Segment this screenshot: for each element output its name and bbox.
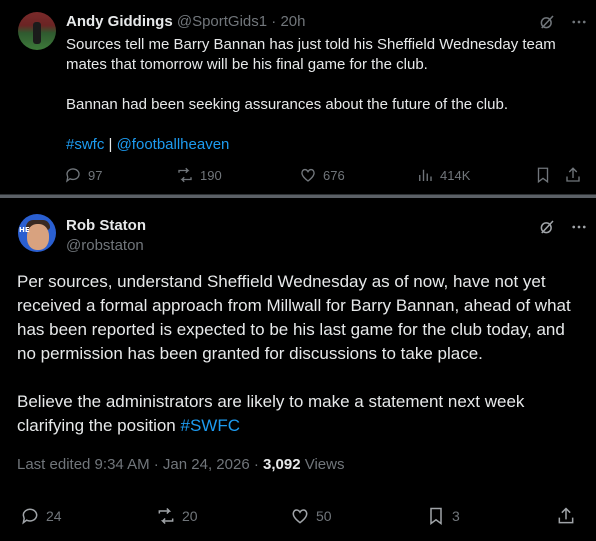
dot-separator: · — [271, 13, 277, 30]
top-actions — [538, 218, 588, 236]
edit-metadata: Last edited 9:34 AM · Jan 24, 2026 · 3,0… — [17, 456, 344, 473]
views-label: Views — [300, 456, 345, 473]
share-icon — [566, 167, 580, 182]
reply-icon — [22, 508, 38, 525]
views-count: 3,092 — [263, 456, 301, 473]
tweet-rob-staton[interactable]: HE Rob Staton @robstaton Per sources, un… — [0, 198, 596, 541]
more-icon[interactable] — [570, 13, 588, 31]
reply-button[interactable]: 24 — [20, 506, 62, 526]
grok-icon[interactable] — [538, 218, 556, 236]
action-bar: 97 190 676 414K — [64, 166, 584, 188]
reply-icon — [65, 168, 80, 183]
avatar[interactable] — [18, 12, 56, 50]
hashtag-link[interactable]: #swfc — [66, 136, 104, 153]
repost-icon — [158, 507, 174, 525]
share-button[interactable] — [564, 166, 582, 184]
author-name[interactable]: Andy Giddings — [66, 13, 173, 30]
bookmark-count: 3 — [452, 508, 460, 524]
body-line: Bannan had been seeking assurances about… — [66, 96, 508, 113]
like-button[interactable]: 676 — [299, 166, 345, 184]
edited-timestamp[interactable]: Last edited 9:34 AM · Jan 24, 2026 · — [17, 456, 263, 473]
share-icon — [558, 507, 574, 524]
author-name[interactable]: Rob Staton — [66, 217, 146, 234]
repost-count: 190 — [200, 167, 222, 183]
views-button[interactable]: 414K — [416, 166, 470, 184]
timestamp[interactable]: 20h — [280, 13, 305, 30]
author-handle[interactable]: @robstaton — [66, 237, 144, 254]
pipe-separator: | — [104, 136, 117, 153]
body-text: Believe the administrators are likely to… — [17, 392, 525, 435]
grok-icon[interactable] — [538, 13, 556, 31]
like-icon — [301, 168, 315, 182]
bookmark-icon — [537, 167, 549, 184]
bookmark-button[interactable]: 3 — [426, 506, 460, 526]
reply-button[interactable]: 97 — [64, 166, 102, 184]
repost-count: 20 — [182, 508, 198, 524]
views-count: 414K — [440, 167, 471, 183]
body-paragraph: Per sources, understand Sheffield Wednes… — [17, 272, 571, 363]
repost-button[interactable]: 20 — [156, 506, 198, 526]
like-button[interactable]: 50 — [290, 506, 332, 526]
views-icon — [419, 169, 432, 181]
like-count: 50 — [316, 508, 332, 524]
share-button[interactable] — [556, 506, 576, 526]
tweet-body: Sources tell me Barry Bannan has just to… — [66, 35, 566, 155]
repost-button[interactable]: 190 — [176, 166, 222, 184]
body-line: Sources tell me Barry Bannan has just to… — [66, 36, 556, 73]
avatar[interactable]: HE — [18, 214, 56, 252]
tweet-andy-giddings[interactable]: Andy Giddings @SportGids1 · 20h Sources … — [0, 0, 596, 195]
tweet-header: Andy Giddings @SportGids1 · 20h — [66, 13, 305, 30]
bookmark-button[interactable] — [534, 166, 552, 184]
mention-link[interactable]: @footballheaven — [117, 136, 230, 153]
reply-count: 97 — [88, 167, 103, 183]
like-icon — [292, 509, 308, 524]
author-handle[interactable]: @SportGids1 — [177, 13, 267, 30]
like-count: 676 — [323, 167, 345, 183]
tags-line: #swfc | @footballheaven — [66, 135, 566, 155]
action-bar: 24 20 50 3 — [20, 506, 580, 532]
top-actions — [538, 13, 588, 31]
more-icon[interactable] — [570, 218, 588, 236]
repost-icon — [178, 167, 192, 183]
hashtag-link[interactable]: #SWFC — [180, 416, 240, 435]
reply-count: 24 — [46, 508, 62, 524]
body-paragraph: Believe the administrators are likely to… — [17, 390, 587, 438]
tweet-body: Per sources, understand Sheffield Wednes… — [17, 270, 587, 462]
bookmark-icon — [430, 507, 442, 525]
